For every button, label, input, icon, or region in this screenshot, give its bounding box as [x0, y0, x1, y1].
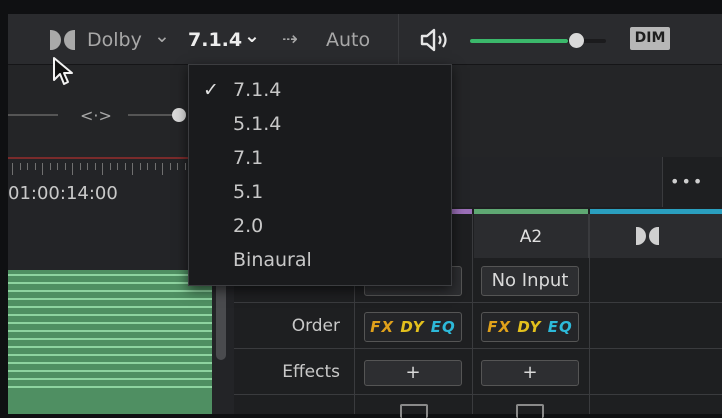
ruler-tick	[42, 163, 43, 175]
volume-slider-fill	[470, 39, 568, 43]
arrow-right-icon: ⇢	[282, 28, 298, 50]
add-effect-button-a2[interactable]: +	[481, 360, 579, 386]
grid-line	[234, 348, 722, 349]
ruler-tick	[49, 163, 51, 170]
ruler-ticks	[8, 159, 190, 179]
ruler-tick	[139, 163, 141, 170]
ruler-tick	[117, 163, 118, 170]
waveform-line	[8, 370, 212, 372]
mouse-cursor-icon	[53, 57, 73, 85]
waveform-line	[8, 322, 212, 324]
zoom-slider-handle[interactable]	[172, 108, 186, 122]
header-divider	[662, 157, 663, 207]
ruler-tick	[154, 163, 156, 170]
dolby-logo-icon	[636, 227, 659, 245]
channel-header-a2[interactable]: A2	[474, 214, 589, 258]
channel-name: A2	[519, 227, 543, 247]
menu-item-7-1-4[interactable]: 7.1.4	[233, 79, 281, 101]
order-button-a1[interactable]: FX DY EQ	[364, 312, 462, 342]
menu-item-binaural[interactable]: Binaural	[233, 249, 312, 271]
grid-line	[589, 214, 590, 414]
bypass-toggle-a2[interactable]	[516, 404, 544, 418]
speaker-icon[interactable]	[420, 28, 456, 52]
timecode-label: 01:00:14:00	[8, 183, 118, 204]
nudge-icon[interactable]: <·>	[80, 104, 112, 128]
waveform-line	[8, 386, 212, 388]
menu-item-2-0[interactable]: 2.0	[233, 215, 263, 237]
dim-button[interactable]: DIM	[630, 27, 670, 50]
format-chevron-down-icon[interactable]: ⌄	[154, 24, 170, 48]
ruler-tick	[169, 163, 171, 170]
menu-item-7-1[interactable]: 7.1	[233, 147, 263, 169]
waveform-line	[8, 338, 212, 340]
eq-label: EQ	[430, 318, 456, 336]
waveform-line	[8, 274, 212, 276]
order-label: Order	[291, 316, 340, 336]
waveform-line	[8, 290, 212, 292]
ruler-tick	[57, 163, 58, 170]
zoom-track-left	[8, 114, 58, 116]
eq-label: EQ	[547, 318, 573, 336]
dy-label: DY	[400, 318, 425, 336]
ruler-tick	[94, 163, 96, 170]
volume-slider-track[interactable]	[470, 39, 606, 43]
fx-label: FX	[487, 318, 512, 336]
more-options-icon[interactable]: •••	[670, 172, 704, 191]
waveform-line	[8, 298, 212, 300]
menu-item-5-1[interactable]: 5.1	[233, 181, 263, 203]
ruler-tick	[177, 163, 178, 170]
dy-label: DY	[517, 318, 542, 336]
ruler-tick	[64, 163, 66, 170]
waveform-line	[8, 314, 212, 316]
waveform-line	[8, 346, 212, 348]
channel-chevron-down-icon[interactable]: ⌄	[244, 24, 260, 48]
ruler-tick	[72, 163, 73, 175]
check-icon: ✓	[203, 79, 219, 101]
ruler-tick	[102, 163, 103, 175]
ruler-tick	[147, 163, 148, 170]
dolby-logo-icon	[50, 30, 75, 50]
waveform-line	[8, 282, 212, 284]
channel-color-bar	[450, 209, 472, 214]
fx-label: FX	[370, 318, 395, 336]
ruler-tick	[109, 163, 111, 170]
ruler-tick	[87, 163, 88, 170]
bypass-toggle-a1[interactable]	[400, 404, 428, 418]
mixer-header	[450, 157, 662, 207]
audio-clip[interactable]	[8, 270, 212, 414]
volume-slider-handle[interactable]	[569, 33, 584, 48]
channel-config-menu: ✓ 7.1.4 5.1.4 7.1 5.1 2.0 Binaural	[188, 64, 452, 286]
ruler-tick	[124, 163, 126, 170]
grid-line	[472, 214, 473, 414]
waveform-line	[8, 330, 212, 332]
waveform-line	[8, 354, 212, 356]
toolbar-divider	[398, 14, 399, 64]
format-label[interactable]: Dolby	[87, 28, 142, 52]
grid-line	[234, 302, 722, 303]
ruler-tick	[27, 163, 28, 170]
grid-line	[234, 394, 722, 395]
input-select-a2[interactable]: No Input	[481, 266, 579, 296]
auto-label[interactable]: Auto	[326, 28, 370, 52]
waveform-line	[8, 378, 212, 380]
ruler-tick	[184, 163, 186, 170]
ruler-tick	[79, 163, 81, 170]
ruler-tick	[19, 163, 21, 170]
menu-item-5-1-4[interactable]: 5.1.4	[233, 113, 281, 135]
ruler-tick	[34, 163, 36, 170]
ruler-tick	[12, 163, 13, 175]
add-effect-button-a1[interactable]: +	[364, 360, 462, 386]
ruler-tick	[162, 163, 163, 175]
ruler-tick	[132, 163, 133, 175]
waveform-line	[8, 306, 212, 308]
effects-label: Effects	[282, 362, 340, 382]
channel-config-select[interactable]: 7.1.4	[188, 28, 242, 52]
order-button-a2[interactable]: FX DY EQ	[481, 312, 579, 342]
waveform-line	[8, 362, 212, 364]
